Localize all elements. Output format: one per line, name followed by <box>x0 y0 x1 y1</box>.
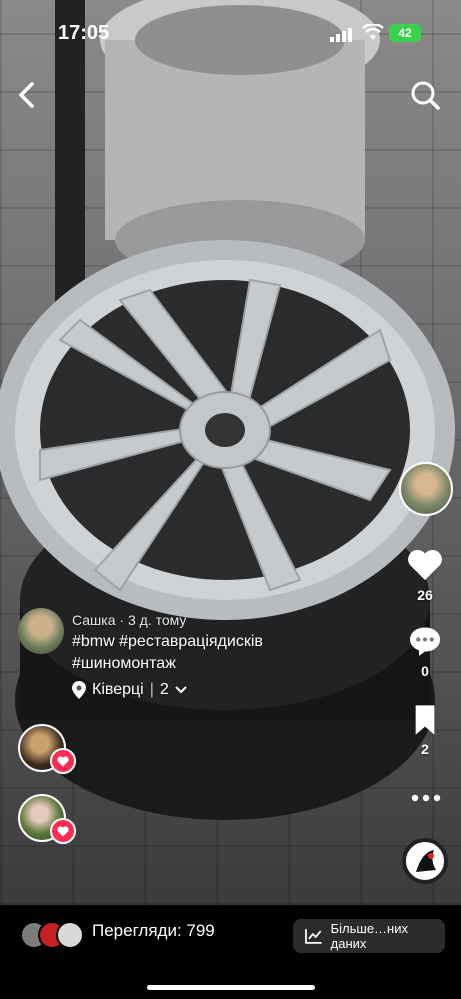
author-name[interactable]: Сашка <box>72 612 116 628</box>
location-pin-icon <box>72 681 86 699</box>
bottom-stats-bar: Перегляди: 799 Більше…них даних <box>0 905 461 999</box>
heart-icon <box>57 756 69 766</box>
views-count[interactable]: Перегляди: 799 <box>92 921 215 941</box>
analytics-label: Більше…них даних <box>330 921 409 951</box>
caption-block: Сашка · 3 д. тому #bmw #реставраціядискі… <box>72 612 263 699</box>
location-row[interactable]: Ківерці | 2 <box>72 681 263 699</box>
battery-indicator: 42 <box>389 24 421 42</box>
comment-action[interactable]: 0 <box>395 624 455 679</box>
home-indicator[interactable] <box>147 985 315 990</box>
post-age: 3 д. тому <box>127 612 187 628</box>
comment-count: 0 <box>421 663 429 679</box>
status-bar: 17:05 42 <box>0 0 461 70</box>
creator-avatar[interactable] <box>399 462 453 516</box>
bookmark-icon[interactable] <box>410 704 440 736</box>
back-chevron-icon[interactable] <box>12 78 42 112</box>
save-count: 2 <box>421 741 429 757</box>
video-frame[interactable]: 17:05 42 26 0 2 Сашка · 3 д. тому #bmw #… <box>0 0 461 905</box>
more-options-icon[interactable] <box>411 793 441 803</box>
heart-icon[interactable] <box>407 548 443 582</box>
hashtags-line-2[interactable]: #шиномонтаж <box>72 653 263 675</box>
author-avatar[interactable] <box>18 608 64 654</box>
music-disc-avatar[interactable] <box>402 838 448 884</box>
comment-bubble-icon[interactable] <box>407 624 443 658</box>
like-count: 26 <box>417 587 433 603</box>
liker-heart-badge-1 <box>50 748 76 774</box>
hashtags-line-1[interactable]: #bmw #реставраціядисків <box>72 631 263 653</box>
chevron-down-icon[interactable] <box>175 686 187 694</box>
location-count[interactable]: 2 <box>160 681 169 699</box>
like-action[interactable]: 26 <box>395 548 455 603</box>
viewer-avatar-3 <box>56 921 84 949</box>
liker-heart-badge-2 <box>50 818 76 844</box>
heart-icon <box>57 826 69 836</box>
search-icon[interactable] <box>408 78 442 112</box>
trend-chart-icon <box>305 929 322 944</box>
hashtags[interactable]: #bmw #реставраціядисків #шиномонтаж <box>72 631 263 675</box>
disc-artwork-icon <box>416 850 436 872</box>
wifi-icon <box>362 24 384 40</box>
clock: 17:05 <box>58 22 110 44</box>
analytics-button[interactable]: Більше…них даних <box>293 919 445 953</box>
location-name[interactable]: Ківерці <box>92 681 144 699</box>
cellular-signal-icon <box>330 28 352 42</box>
save-action[interactable]: 2 <box>395 704 455 757</box>
